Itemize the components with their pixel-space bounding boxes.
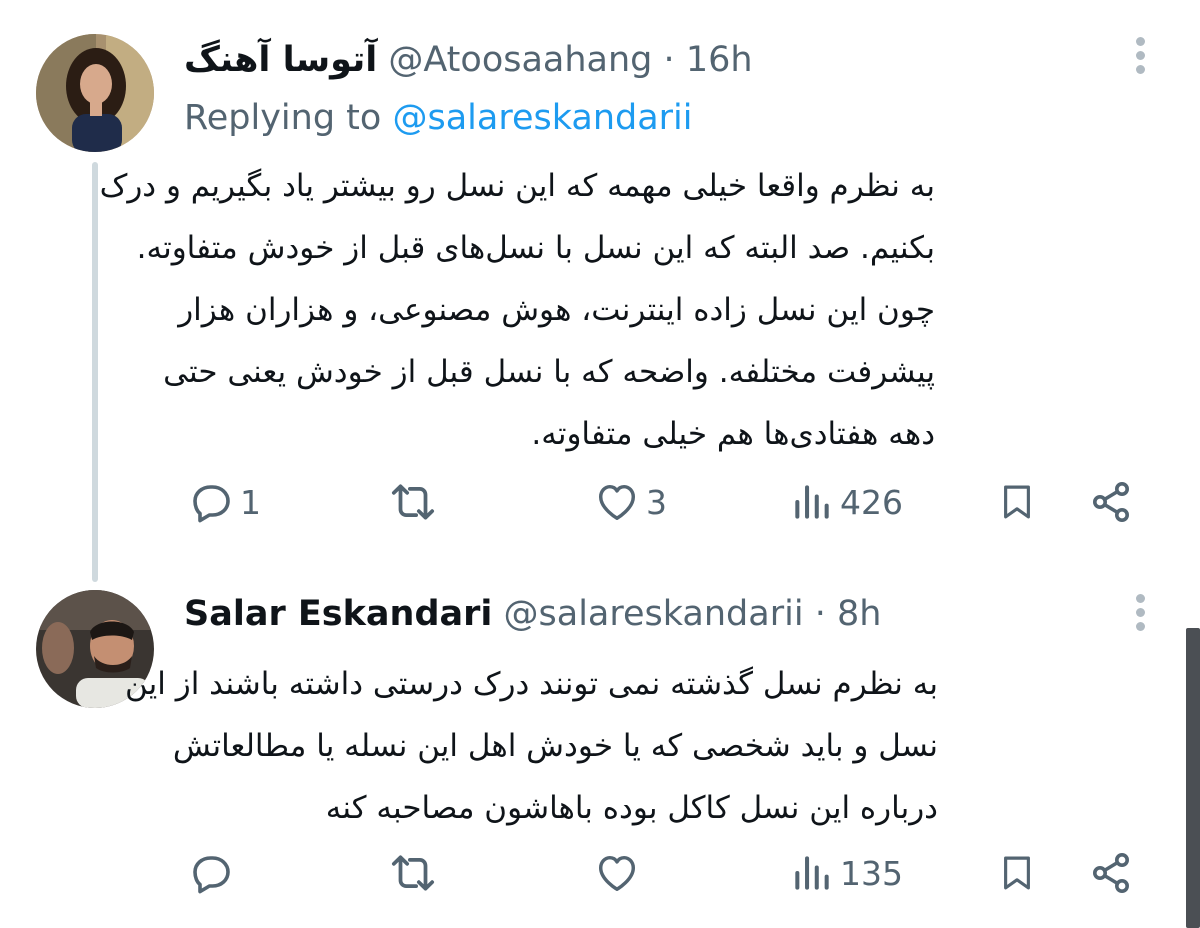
reply-count: 1 — [240, 482, 261, 522]
action-bar: 1 3 426 — [0, 472, 1200, 532]
replying-to: Replying to @salareskandarii — [184, 92, 693, 144]
display-name[interactable]: Salar Eskandari — [184, 594, 492, 634]
tweet-text-line: بکنیم. صد البته که این نسل با نسل‌های قب… — [136, 230, 935, 266]
retweet-button[interactable] — [388, 843, 444, 903]
action-bar: 135 — [0, 843, 1200, 903]
tweet-text-line: به نظرم نسل گذشته نمی تونند درک درستی دا… — [125, 666, 938, 702]
tweet-text-line: درباره این نسل کاکل بوده باهاشون مصاحبه … — [325, 790, 938, 826]
tweet-salar[interactable]: Salar Eskandari @salareskandarii · 8h به… — [0, 575, 1200, 928]
more-icon[interactable] — [1130, 33, 1150, 83]
more-icon[interactable] — [1130, 590, 1150, 640]
like-count: 3 — [646, 482, 667, 522]
tweet-text-line: چون این نسل زاده اینترنت، هوش مصنوعی، و … — [178, 292, 935, 328]
display-name[interactable]: آتوسا آهنگ — [184, 40, 377, 80]
heart-icon — [598, 855, 636, 892]
bookmark-button[interactable] — [996, 843, 1038, 903]
reply-icon — [193, 856, 230, 894]
tweet-header: Salar Eskandari @salareskandarii · 8h — [184, 588, 881, 640]
share-icon — [1093, 853, 1129, 893]
tweet-text: به نظرم واقعا خیلی مهمه که این نسل رو بی… — [99, 155, 935, 465]
scrollbar[interactable] — [1186, 628, 1200, 928]
tweet-text-line: به نظرم واقعا خیلی مهمه که این نسل رو بی… — [99, 168, 935, 204]
timestamp[interactable]: 16h — [686, 40, 753, 80]
tweet-text-line: دهه هفتادی‌ها هم خیلی متفاوته. — [531, 416, 935, 452]
bookmark-icon — [1004, 485, 1030, 519]
tweet-header: آتوسا آهنگ @Atoosaahang · 16h — [184, 34, 753, 86]
views-count: 426 — [840, 482, 903, 522]
retweet-icon — [391, 484, 435, 520]
share-button[interactable] — [1088, 843, 1136, 903]
separator-dot: · — [663, 40, 675, 80]
tweet-text: به نظرم نسل گذشته نمی تونند درک درستی دا… — [125, 653, 938, 839]
avatar-atoosa[interactable] — [36, 34, 154, 152]
retweet-button[interactable] — [388, 472, 444, 532]
reply-button[interactable] — [186, 843, 240, 903]
like-button[interactable]: 3 — [594, 472, 667, 532]
user-handle[interactable]: @salareskandarii — [504, 594, 804, 634]
reply-button[interactable]: 1 — [186, 472, 261, 532]
bookmark-button[interactable] — [996, 472, 1038, 532]
share-button[interactable] — [1088, 472, 1136, 532]
tweet-text-line: نسل و باید شخصی که یا خودش اهل این نسله … — [172, 728, 938, 764]
replying-mention-link[interactable]: @salareskandarii — [392, 98, 692, 138]
reply-icon — [193, 485, 230, 523]
like-button[interactable] — [594, 843, 646, 903]
tweet-text-line: پیشرفت مختلفه. واضحه که با نسل قبل از خو… — [163, 354, 935, 390]
replying-prefix: Replying to — [184, 98, 382, 138]
tweet-atoosa[interactable]: آتوسا آهنگ @Atoosaahang · 16h Replying t… — [0, 0, 1200, 582]
separator-dot: · — [814, 594, 826, 634]
user-handle[interactable]: @Atoosaahang — [388, 40, 652, 80]
views-button[interactable]: 426 — [790, 472, 903, 532]
views-count: 135 — [840, 853, 903, 893]
heart-icon — [598, 484, 636, 521]
views-icon — [795, 856, 829, 890]
retweet-icon — [391, 855, 435, 891]
tweet-thread: آتوسا آهنگ @Atoosaahang · 16h Replying t… — [0, 0, 1200, 928]
bookmark-icon — [1004, 856, 1030, 890]
views-icon — [795, 485, 829, 519]
timestamp[interactable]: 8h — [837, 594, 881, 634]
views-button[interactable]: 135 — [790, 843, 903, 903]
share-icon — [1093, 482, 1129, 522]
